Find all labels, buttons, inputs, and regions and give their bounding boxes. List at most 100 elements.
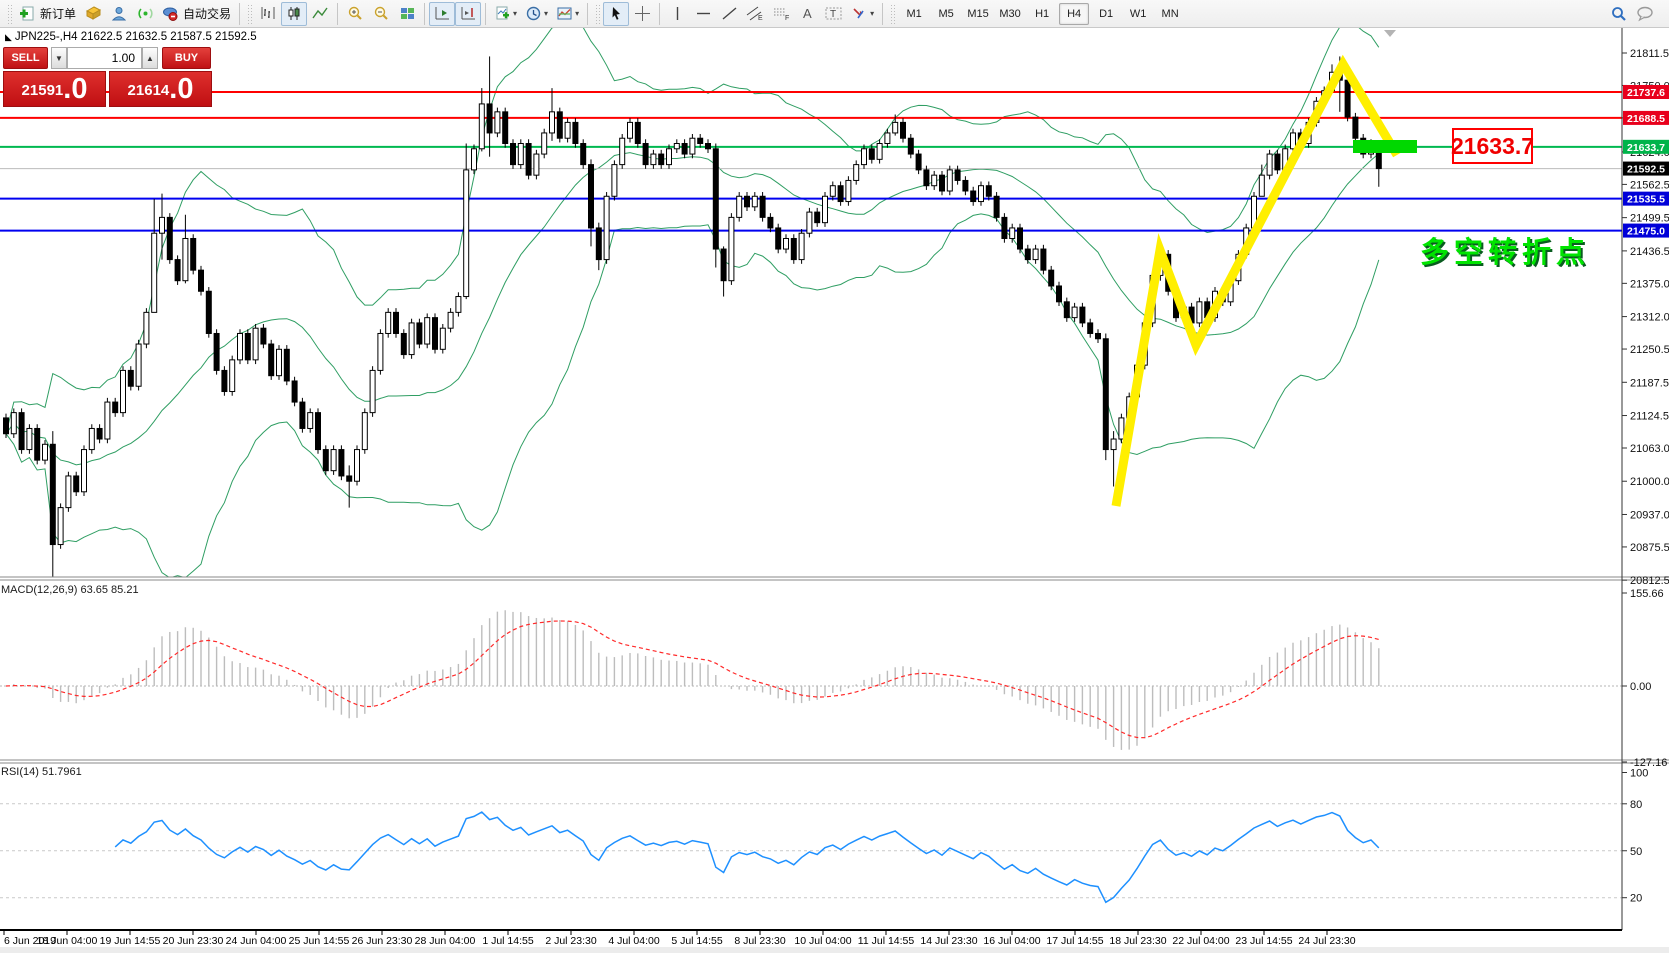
new-order-icon <box>19 5 36 22</box>
svg-text:21063.0: 21063.0 <box>1630 443 1669 455</box>
bar-chart-button[interactable] <box>255 2 281 26</box>
svg-text:21499.5: 21499.5 <box>1630 213 1669 225</box>
timeframe-d1-button[interactable]: D1 <box>1091 3 1121 25</box>
arrows-button[interactable]: ▾ <box>847 2 878 26</box>
vertical-line-button[interactable] <box>664 2 690 26</box>
indicators-caret: ▾ <box>513 9 517 18</box>
timeframe-h4-button[interactable]: H4 <box>1059 3 1089 25</box>
svg-text:F: F <box>785 15 789 22</box>
sell-price-button[interactable]: 21591.0 <box>3 71 106 107</box>
line-chart-icon <box>312 5 329 22</box>
timeframe-h1-button[interactable]: H1 <box>1027 3 1057 25</box>
candlestick-chart-button[interactable] <box>281 2 307 26</box>
text-button[interactable]: A <box>794 2 820 26</box>
tile-windows-button[interactable] <box>394 2 420 26</box>
rsi-layer <box>0 804 1622 903</box>
equidistant-channel-button[interactable]: E <box>742 2 768 26</box>
timeframe-mn-button[interactable]: MN <box>1155 3 1185 25</box>
indicators-button[interactable]: ▾ <box>490 2 521 26</box>
volume-increase-button[interactable]: ▲ <box>142 47 158 69</box>
buy-price-button[interactable]: 21614.0 <box>109 71 212 107</box>
sell-price-main: 21591 <box>22 78 64 104</box>
market-watch-button[interactable] <box>80 2 106 26</box>
horizontal-line-button[interactable] <box>690 2 716 26</box>
volume-input[interactable]: 1.00 <box>67 47 142 69</box>
cursor-button[interactable] <box>603 2 629 26</box>
chat-icon <box>1636 5 1655 22</box>
chat-button[interactable] <box>1632 2 1659 26</box>
svg-text:22 Jul 04:00: 22 Jul 04:00 <box>1172 935 1229 947</box>
chart-shift-icon <box>460 5 477 22</box>
fibonacci-button[interactable]: F <box>768 2 794 26</box>
sell-button[interactable]: SELL <box>3 47 48 69</box>
timeframe-m5-button[interactable]: M5 <box>931 3 961 25</box>
zoom-out-button[interactable] <box>368 2 394 26</box>
toolbar-drag-handle[interactable] <box>7 4 12 24</box>
buy-button[interactable]: BUY <box>162 47 211 69</box>
arrows-icon <box>851 5 868 22</box>
periods-button[interactable]: ▾ <box>521 2 552 26</box>
auto-trading-button[interactable]: 自动交易 <box>158 2 235 26</box>
svg-text:21436.5: 21436.5 <box>1630 246 1669 258</box>
templates-icon <box>556 5 573 22</box>
svg-text:100: 100 <box>1630 768 1648 780</box>
buy-price-frac: .0 <box>169 74 193 104</box>
auto-scroll-icon <box>434 5 451 22</box>
vertical-line-icon <box>670 5 685 22</box>
tile-windows-icon <box>399 5 416 22</box>
macd-layer <box>0 610 1622 750</box>
profiles-button[interactable] <box>106 2 132 26</box>
svg-text:E: E <box>758 15 763 22</box>
indicators-icon <box>494 5 511 22</box>
chart-shift-button[interactable] <box>455 2 481 26</box>
svg-text:20875.5: 20875.5 <box>1630 542 1669 554</box>
trendline-button[interactable] <box>716 2 742 26</box>
svg-text:24 Jun 04:00: 24 Jun 04:00 <box>226 935 287 947</box>
svg-text:21811.5: 21811.5 <box>1630 48 1669 60</box>
svg-text:80: 80 <box>1630 799 1642 811</box>
timeframe-group: M1M5M15M30H1H4D1W1MN <box>898 3 1186 25</box>
timeframe-m15-button[interactable]: M15 <box>963 3 993 25</box>
svg-text:20: 20 <box>1630 893 1642 905</box>
auto-trading-icon <box>162 5 179 22</box>
text-a-icon: A <box>800 5 815 22</box>
svg-text:24 Jul 23:30: 24 Jul 23:30 <box>1298 935 1355 947</box>
new-order-label: 新订单 <box>40 5 76 22</box>
signals-button[interactable] <box>132 2 158 26</box>
scroll-to-end-marker[interactable] <box>1384 30 1396 37</box>
templates-button[interactable]: ▾ <box>552 2 583 26</box>
chart-canvas[interactable]: 21811.521750.021688.521624.021562.521499… <box>0 0 1669 953</box>
svg-text:25 Jun 14:55: 25 Jun 14:55 <box>289 935 350 947</box>
bar-chart-icon <box>260 5 277 22</box>
highlight-bar-annotation[interactable] <box>1353 140 1417 153</box>
fibonacci-icon: F <box>772 5 790 22</box>
timeframe-m1-button[interactable]: M1 <box>899 3 929 25</box>
search-icon <box>1610 5 1628 23</box>
price-callout-box[interactable]: 21633.7 <box>1452 128 1533 164</box>
line-chart-button[interactable] <box>307 2 333 26</box>
svg-text:155.66: 155.66 <box>1630 588 1664 600</box>
svg-text:17 Jul 14:55: 17 Jul 14:55 <box>1046 935 1103 947</box>
volume-decrease-button[interactable]: ▼ <box>51 47 67 69</box>
svg-text:23 Jul 14:55: 23 Jul 14:55 <box>1235 935 1292 947</box>
svg-text:21688.5: 21688.5 <box>1627 113 1665 125</box>
svg-text:18 Jun 04:00: 18 Jun 04:00 <box>37 935 98 947</box>
clock-icon <box>525 5 542 22</box>
price-list-icon <box>85 5 102 22</box>
svg-text:10 Jul 04:00: 10 Jul 04:00 <box>794 935 851 947</box>
zoom-in-button[interactable] <box>342 2 368 26</box>
rsi-indicator-label: RSI(14) 51.7961 <box>1 766 82 778</box>
auto-scroll-button[interactable] <box>429 2 455 26</box>
svg-text:21535.5: 21535.5 <box>1627 194 1665 206</box>
search-button[interactable] <box>1606 2 1632 26</box>
text-label-button[interactable]: T <box>820 2 847 26</box>
templates-caret: ▾ <box>575 9 579 18</box>
svg-text:21000.0: 21000.0 <box>1630 476 1669 488</box>
panel-separators <box>0 577 1669 763</box>
timeframe-w1-button[interactable]: W1 <box>1123 3 1153 25</box>
crosshair-button[interactable] <box>629 2 655 26</box>
new-order-button[interactable]: 新订单 <box>15 2 80 26</box>
timeframe-m30-button[interactable]: M30 <box>995 3 1025 25</box>
svg-text:21737.6: 21737.6 <box>1627 87 1665 99</box>
svg-text:20 Jun 23:30: 20 Jun 23:30 <box>163 935 224 947</box>
